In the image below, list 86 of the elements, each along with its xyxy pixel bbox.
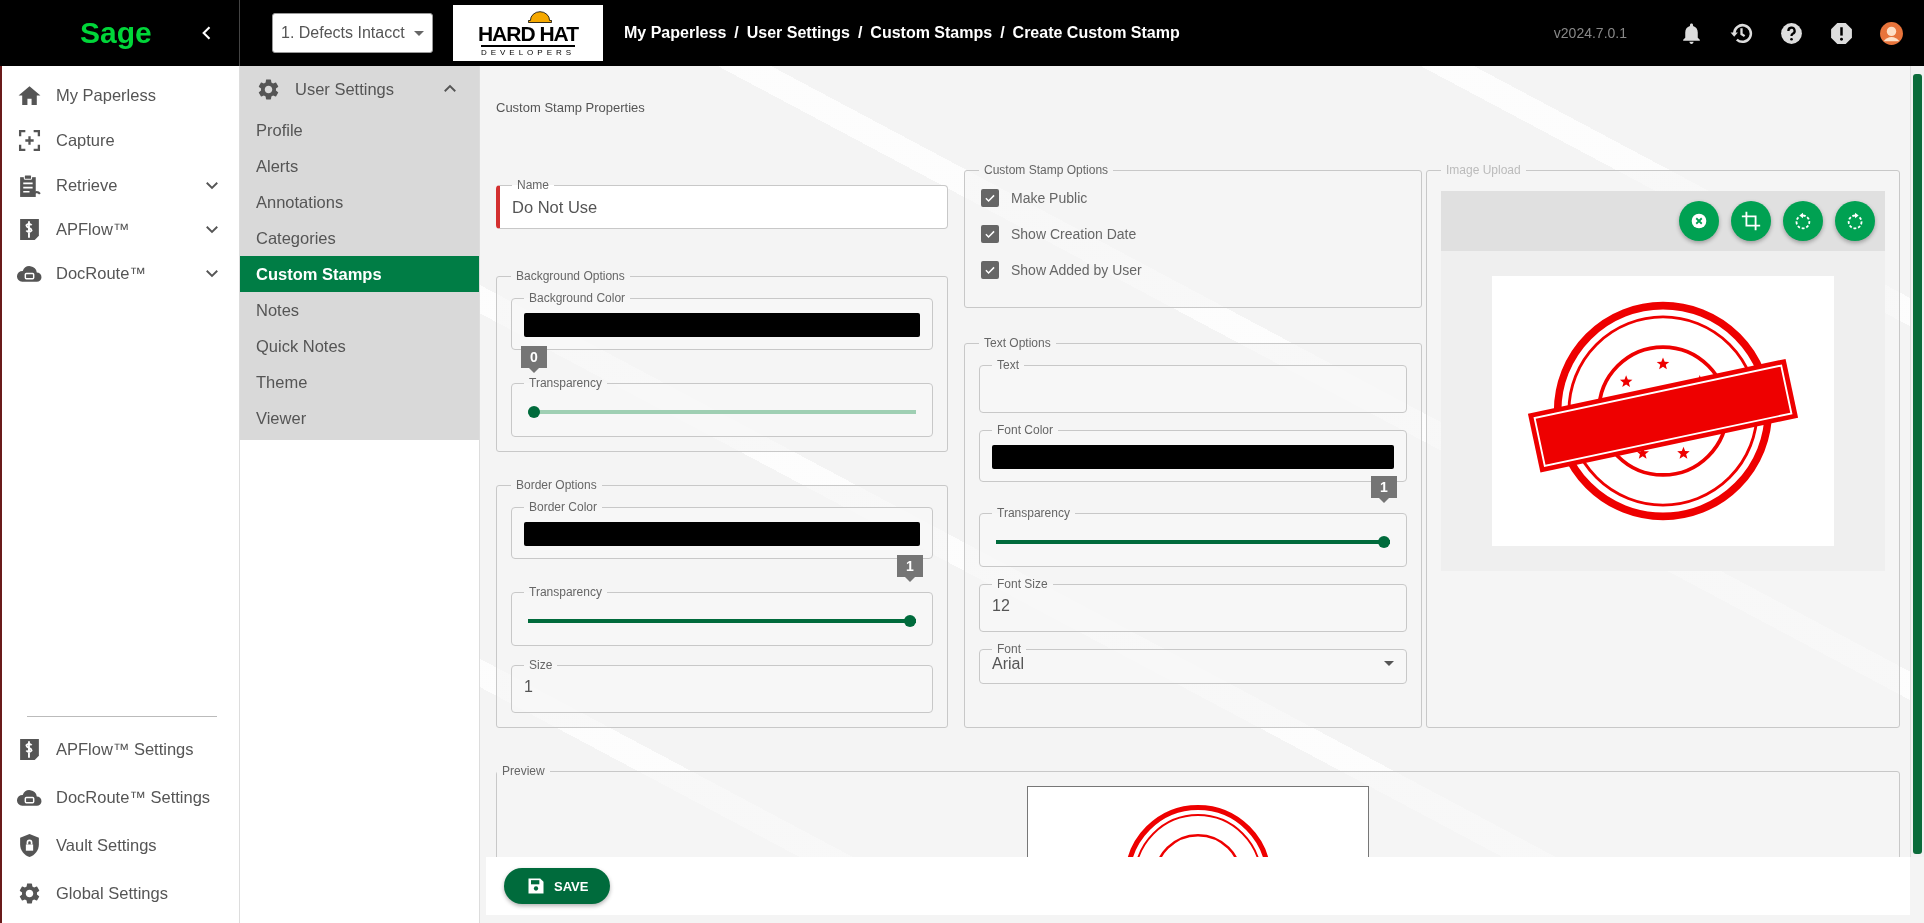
avatar-icon[interactable] bbox=[1879, 20, 1904, 46]
breadcrumb-link[interactable]: User Settings bbox=[746, 24, 850, 42]
field-label: Font Size bbox=[996, 577, 1049, 591]
breadcrumb-link[interactable]: Create Custom Stamp bbox=[1012, 24, 1180, 42]
nav-item[interactable]: My Paperless bbox=[2, 73, 239, 118]
breadcrumb-separator: / bbox=[734, 24, 739, 42]
field-label: Font Color bbox=[996, 423, 1055, 437]
font-size-field[interactable]: Font Size 12 bbox=[979, 577, 1407, 632]
checkbox-label[interactable]: Make Public bbox=[1011, 190, 1088, 206]
name-field[interactable]: Name Do Not Use bbox=[496, 178, 948, 229]
dollar-document-icon bbox=[17, 736, 42, 762]
text-field[interactable]: Text bbox=[979, 358, 1407, 413]
plus-frame-icon bbox=[17, 128, 42, 153]
crop-button[interactable] bbox=[1731, 201, 1771, 241]
nav-item[interactable]: Capture bbox=[2, 118, 239, 163]
checkbox[interactable] bbox=[981, 225, 999, 243]
menu-item[interactable]: Theme bbox=[240, 364, 479, 400]
page-title: Custom Stamp Properties bbox=[496, 100, 646, 115]
field-label: Transparency bbox=[528, 585, 603, 599]
font-select[interactable]: Font Arial bbox=[979, 642, 1407, 684]
checkbox[interactable] bbox=[981, 189, 999, 207]
home-icon bbox=[17, 83, 42, 108]
field-label: Transparency bbox=[996, 506, 1071, 520]
nav-item[interactable]: APFlow™ bbox=[2, 207, 239, 251]
color-field[interactable]: Border Color bbox=[511, 500, 933, 559]
nav-item[interactable]: APFlow™ Settings bbox=[2, 725, 239, 773]
panel-title: Preview bbox=[501, 765, 546, 778]
menu-item[interactable]: Notes bbox=[240, 292, 479, 328]
breadcrumb-link[interactable]: My Paperless bbox=[624, 24, 727, 42]
field-label: Text bbox=[996, 358, 1020, 372]
panel-title: Border Options bbox=[515, 478, 598, 492]
app-logo: Sage bbox=[80, 16, 152, 50]
checkbox[interactable] bbox=[981, 261, 999, 279]
dollar-document-icon bbox=[17, 216, 42, 242]
shield-lock-icon bbox=[17, 832, 42, 858]
value-tooltip: 1 bbox=[897, 555, 923, 582]
company-select[interactable]: 1. Defects Intacct bbox=[272, 13, 433, 53]
clipboard-icon bbox=[17, 172, 42, 198]
panel-title: Background Options bbox=[515, 269, 626, 283]
panel-title: Text Options bbox=[983, 336, 1052, 350]
nav-item[interactable]: Vault Settings bbox=[2, 821, 239, 869]
field-label: Border Color bbox=[528, 500, 599, 514]
breadcrumb-link[interactable]: Custom Stamps bbox=[870, 24, 993, 42]
menu-item[interactable]: Categories bbox=[240, 220, 479, 256]
nav-item[interactable]: DocRoute™ Settings bbox=[2, 773, 239, 821]
field-label: Name bbox=[516, 178, 550, 192]
field-label: Transparency bbox=[528, 376, 603, 390]
caret-icon bbox=[1384, 661, 1394, 666]
panel-title: Custom Stamp Options bbox=[983, 163, 1110, 177]
breadcrumb-separator: / bbox=[1000, 24, 1005, 42]
scrollbar[interactable] bbox=[1910, 66, 1924, 857]
field-label: Background Color bbox=[528, 291, 627, 305]
remove-button[interactable] bbox=[1679, 201, 1719, 241]
menu-header[interactable]: User Settings bbox=[240, 66, 479, 112]
color-field[interactable]: Font Color bbox=[979, 423, 1407, 482]
version-label: v2024.7.0.1 bbox=[1553, 25, 1627, 41]
logo-subtitle: DEVELOPERS bbox=[480, 44, 576, 57]
color-field[interactable]: Background Color bbox=[511, 291, 933, 350]
menu-item[interactable]: Custom Stamps bbox=[240, 256, 479, 292]
menu-item[interactable]: Quick Notes bbox=[240, 328, 479, 364]
menu-item[interactable]: Profile bbox=[240, 112, 479, 148]
size-field[interactable]: Size 1 bbox=[511, 658, 933, 713]
rotate-left-button[interactable] bbox=[1783, 201, 1823, 241]
nav-item[interactable]: DocRoute™ bbox=[2, 251, 239, 295]
menu-item[interactable]: Annotations bbox=[240, 184, 479, 220]
helmet-icon bbox=[528, 9, 552, 23]
breadcrumb-separator: / bbox=[857, 24, 863, 42]
field-label: Font bbox=[996, 642, 1022, 656]
checkbox-label[interactable]: Show Added by User bbox=[1011, 262, 1142, 278]
crop-icon bbox=[1740, 210, 1762, 232]
help-icon[interactable] bbox=[1779, 20, 1804, 46]
save-button[interactable]: SAVE bbox=[504, 868, 611, 904]
field-label: Size bbox=[528, 658, 554, 672]
nav-item[interactable]: Global Settings bbox=[2, 869, 239, 917]
value-tooltip: 0 bbox=[521, 346, 547, 373]
menu-item[interactable]: Viewer bbox=[240, 400, 479, 436]
nav-item[interactable]: Retrieve bbox=[2, 163, 239, 207]
logo-title: HARD HAT bbox=[477, 22, 579, 45]
rotate-right-button[interactable] bbox=[1835, 201, 1875, 241]
slider-thumb[interactable] bbox=[528, 406, 540, 418]
alert-icon[interactable] bbox=[1829, 20, 1854, 46]
panel-title: Image Upload bbox=[1445, 163, 1522, 177]
checkbox-label[interactable]: Show Creation Date bbox=[1011, 226, 1137, 242]
menu-item[interactable]: Alerts bbox=[240, 148, 479, 184]
value-tooltip: 1 bbox=[1371, 476, 1397, 503]
caret-icon bbox=[414, 30, 424, 36]
